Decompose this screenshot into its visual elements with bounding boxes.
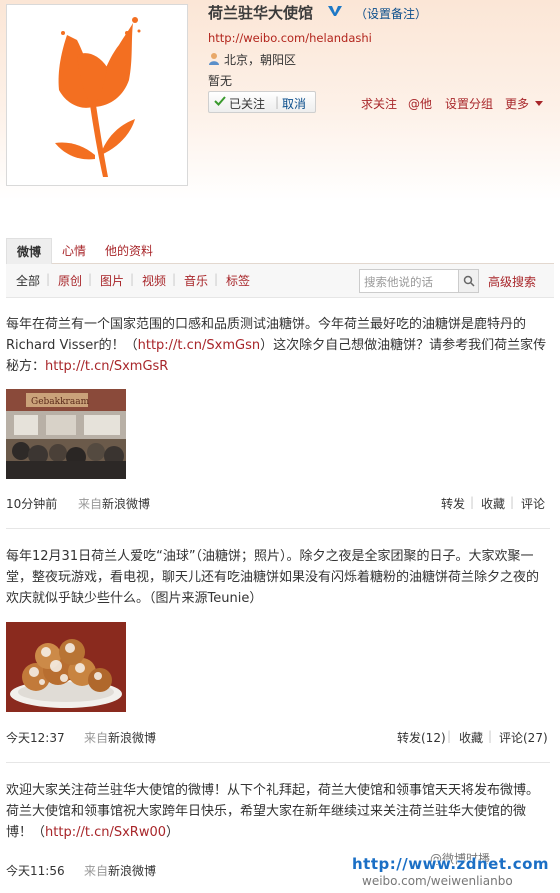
filter-images[interactable]: 图片: [100, 272, 124, 289]
repost-button[interactable]: 转发: [441, 495, 465, 512]
profile-tabs: 微博 心情 他的资料: [6, 238, 554, 264]
post-divider: [6, 762, 550, 763]
post-text-segment: 每年12月31日荷兰人爱吃“油球”（油糖饼；照片）。除夕之夜是全家团聚的日子。大…: [6, 549, 540, 606]
post-image-bakery-stall[interactable]: Gebakkraam: [6, 389, 126, 479]
repost-button[interactable]: 转发(12): [397, 729, 446, 746]
set-remark-link[interactable]: （设置备注）: [355, 5, 427, 22]
post-time[interactable]: 今天12:37: [6, 729, 65, 746]
post-source-link[interactable]: 新浪微博: [108, 864, 156, 878]
user-location-icon: [209, 53, 219, 65]
post-image-oliebollen[interactable]: [6, 622, 126, 712]
action-separator: |: [447, 729, 452, 743]
action-separator: |: [470, 495, 475, 509]
action-separator: |: [510, 495, 515, 509]
set-group-link[interactable]: 设置分组: [445, 95, 493, 112]
post-divider: [6, 528, 550, 529]
profile-name: 荷兰驻华大使馆: [208, 4, 314, 22]
oliebollen-photo: [6, 622, 126, 712]
post-text: 欢迎大家关注荷兰驻华大使馆的微博！从下个礼拜起，荷兰大使馆和领事馆天天将发布微博…: [6, 780, 550, 843]
tab-mood[interactable]: 心情: [62, 238, 86, 264]
from-label: 来自: [78, 497, 103, 511]
favorite-button[interactable]: 收藏: [481, 495, 505, 512]
filter-separator: |: [88, 272, 93, 286]
profile-url-link[interactable]: http://weibo.com/helandashi: [208, 31, 372, 45]
post-source-link[interactable]: 新浪微博: [108, 731, 156, 745]
post-meta: 今天12:37 来自新浪微博 转发(12) | 收藏 | 评论(27): [6, 729, 550, 745]
watermark-handle: weibo.com/weiwenlianbo: [362, 874, 513, 888]
follow-separator: |: [275, 95, 280, 109]
followed-label: 已关注: [229, 97, 266, 111]
search-icon: [463, 275, 475, 287]
post-link[interactable]: http://t.cn/SxRw00: [45, 825, 166, 840]
post-text: 每年在荷兰有一个国家范围的口感和品质测试油糖饼。今年荷兰最好吃的油糖饼是鹿特丹的…: [6, 314, 550, 377]
action-separator: |: [488, 729, 493, 743]
post-source-label: 来自新浪微博: [84, 729, 156, 746]
filter-separator: |: [214, 272, 219, 286]
post-link[interactable]: http://t.cn/SxmGsR: [45, 359, 168, 374]
post-text-segment: ）: [166, 825, 180, 840]
tab-profile-info[interactable]: 他的资料: [105, 238, 153, 264]
post-time[interactable]: 今天11:56: [6, 862, 65, 879]
favorite-button[interactable]: 收藏: [459, 729, 483, 746]
from-label: 来自: [84, 731, 109, 745]
search-placeholder: 搜索他说的话: [364, 275, 433, 289]
dropdown-arrow-icon: [535, 101, 543, 106]
tulip-logo: [55, 17, 141, 177]
post-source-label: 来自新浪微博: [84, 862, 156, 879]
filter-original[interactable]: 原创: [58, 272, 82, 289]
profile-bio: 暂无: [208, 74, 233, 88]
bakery-stall-photo: Gebakkraam: [6, 389, 126, 479]
from-label: 来自: [84, 864, 109, 878]
watermark-url: http://www.zdnet.com: [352, 855, 550, 873]
post-link[interactable]: http://t.cn/SxmGsn: [138, 338, 261, 353]
tab-weibo[interactable]: 微博: [6, 238, 53, 264]
avatar[interactable]: [6, 4, 188, 186]
advanced-search-link[interactable]: 高级搜索: [488, 273, 536, 290]
filter-separator: |: [46, 272, 51, 286]
search-button[interactable]: [458, 270, 478, 292]
profile-location: 北京，朝阳区: [224, 53, 297, 67]
filter-all[interactable]: 全部: [16, 272, 40, 289]
filter-separator: |: [130, 272, 135, 286]
filter-separator: |: [172, 272, 177, 286]
filter-music[interactable]: 音乐: [184, 272, 208, 289]
follow-status-box: 已关注 | 取消: [208, 91, 316, 113]
search-input[interactable]: 搜索他说的话: [359, 269, 479, 293]
verified-v-icon: [328, 6, 342, 16]
post-time[interactable]: 10分钟前: [6, 495, 57, 512]
request-follow-link[interactable]: 求关注: [361, 95, 397, 112]
post-source-link[interactable]: 新浪微博: [102, 497, 150, 511]
post-meta: 10分钟前 来自新浪微博 转发 | 收藏 | 评论: [6, 495, 550, 511]
comment-button[interactable]: 评论(27): [499, 729, 548, 746]
comment-button[interactable]: 评论: [521, 495, 545, 512]
filter-tags[interactable]: 标签: [226, 272, 250, 289]
filter-videos[interactable]: 视频: [142, 272, 166, 289]
unfollow-button[interactable]: 取消: [282, 95, 306, 112]
post-text: 每年12月31日荷兰人爱吃“油球”（油糖饼；照片）。除夕之夜是全家团聚的日子。大…: [6, 546, 550, 609]
feed-filter-bar: 全部 | 原创 | 图片 | 视频 | 音乐 | 标签 搜索他说的话 高级搜索: [6, 264, 554, 298]
post-source-label: 来自新浪微博: [78, 495, 150, 512]
more-menu-button[interactable]: 更多: [505, 95, 529, 112]
check-icon: [214, 96, 226, 106]
mention-link[interactable]: @他: [408, 95, 432, 112]
stall-sign-text: Gebakkraam: [31, 397, 90, 407]
